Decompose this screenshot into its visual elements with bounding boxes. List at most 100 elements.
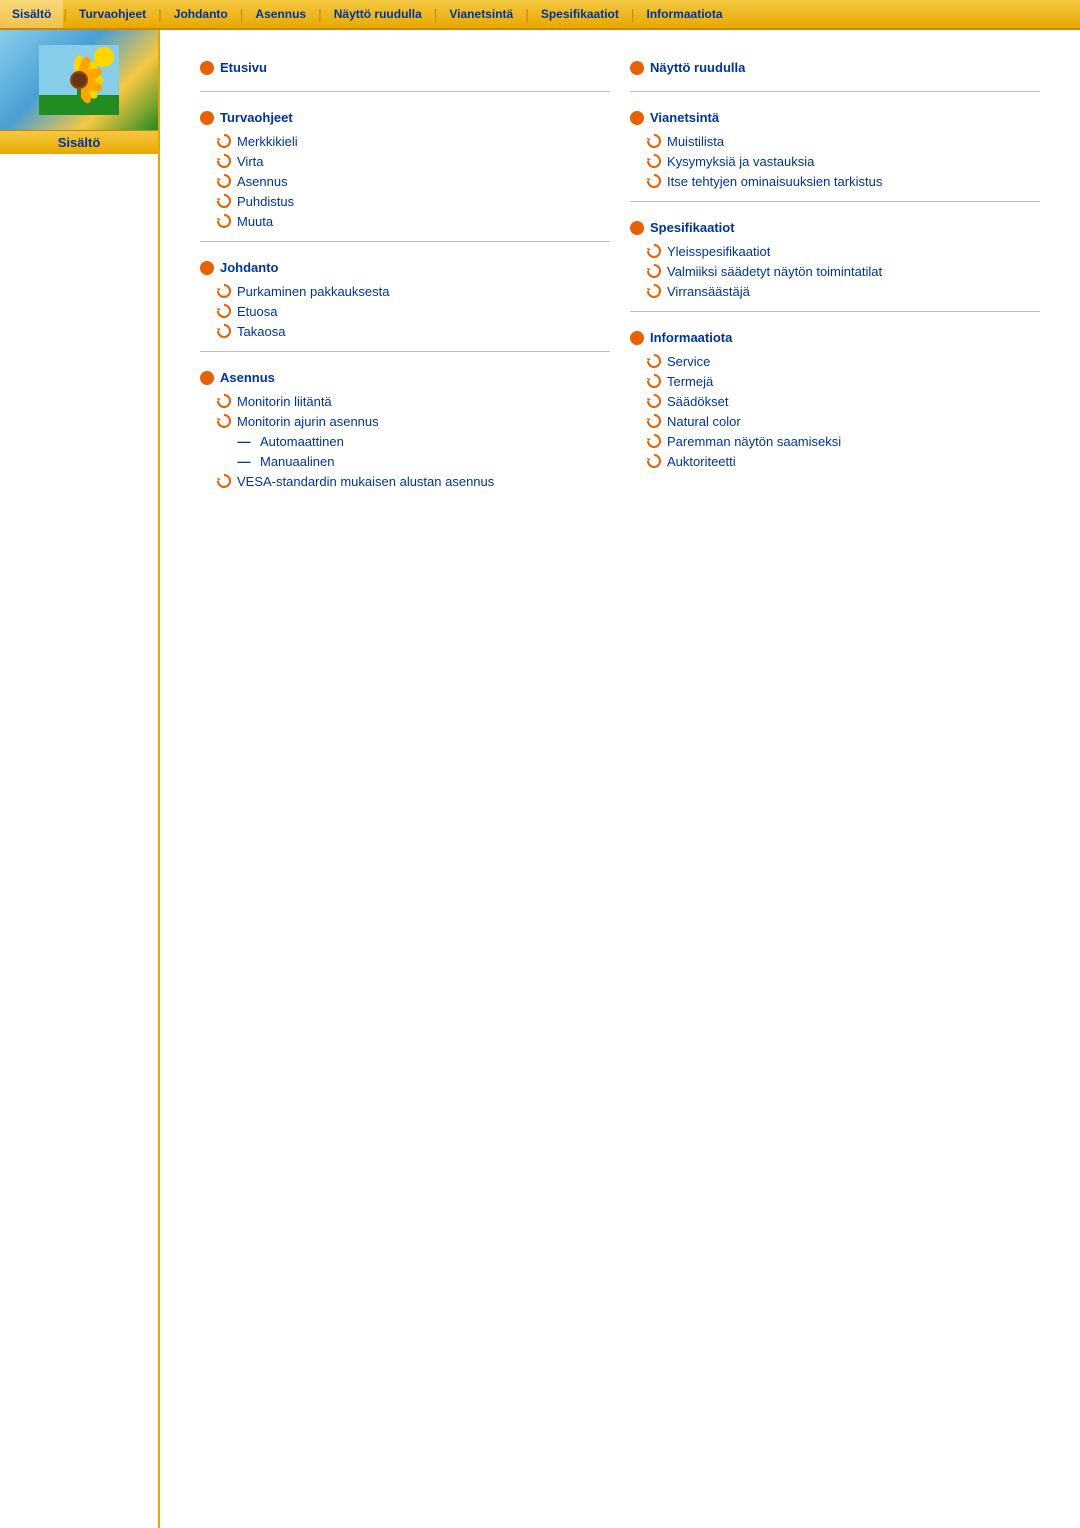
vesa-link[interactable]: VESA-standardin mukaisen alustan asennus xyxy=(237,474,494,489)
menu-item-muuta[interactable]: Muuta xyxy=(200,211,610,231)
asennus-label[interactable]: Asennus xyxy=(220,370,275,385)
nav-item-asennus[interactable]: Asennus xyxy=(243,0,318,28)
service-link[interactable]: Service xyxy=(667,354,710,369)
menu-item-yleisspesifikaatiot[interactable]: Yleisspesifikaatiot xyxy=(630,241,1040,261)
section-heading-etusivu: Etusivu xyxy=(200,50,610,75)
circle-icon-asennus xyxy=(200,371,214,385)
sidebar-image xyxy=(0,30,158,130)
menu-item-etuosa[interactable]: Etuosa xyxy=(200,301,610,321)
nav-item-turvaohjeet[interactable]: Turvaohjeet xyxy=(67,0,158,28)
menu-item-monitorin-liitanta[interactable]: Monitorin liitäntä xyxy=(200,391,610,411)
menu-item-automaattinen[interactable]: — Automaattinen xyxy=(200,431,610,451)
automaattinen-link[interactable]: Automaattinen xyxy=(260,434,344,449)
nav-bar: Sisältö | Turvaohjeet | Johdanto | Asenn… xyxy=(0,0,1080,30)
auktoriteetti-link[interactable]: Auktoriteetti xyxy=(667,454,736,469)
naytto-label[interactable]: Näyttö ruudulla xyxy=(650,60,745,75)
g-icon-service xyxy=(646,353,662,369)
section-etusivu: Etusivu xyxy=(200,50,610,92)
content-grid: Etusivu Turvaohjeet Merkkikieli xyxy=(190,50,1050,509)
saadokset-link[interactable]: Säädökset xyxy=(667,394,728,409)
termeja-link[interactable]: Termejä xyxy=(667,374,713,389)
circle-icon-spesifikaatiot xyxy=(630,221,644,235)
main-layout: Sisältö Etusivu Turvaohjeet xyxy=(0,30,1080,1528)
virransaastaja-link[interactable]: Virransäästäjä xyxy=(667,284,750,299)
g-icon-saadokset xyxy=(646,393,662,409)
menu-item-monitorin-ajurin[interactable]: Monitorin ajurin asennus xyxy=(200,411,610,431)
menu-item-asennus-t[interactable]: Asennus xyxy=(200,171,610,191)
virta-link[interactable]: Virta xyxy=(237,154,264,169)
section-heading-naytto: Näyttö ruudulla xyxy=(630,50,1040,75)
menu-item-virransaastaja[interactable]: Virransäästäjä xyxy=(630,281,1040,301)
kysymyksia-link[interactable]: Kysymyksiä ja vastauksia xyxy=(667,154,814,169)
informaatiota-label[interactable]: Informaatiota xyxy=(650,330,732,345)
menu-item-purkaminen[interactable]: Purkaminen pakkauksesta xyxy=(200,281,610,301)
content-col-2: Näyttö ruudulla Vianetsintä Muistilista xyxy=(620,50,1050,509)
turvaohjeet-label[interactable]: Turvaohjeet xyxy=(220,110,293,125)
g-icon-muuta xyxy=(216,213,232,229)
yleisspesifikaatiot-link[interactable]: Yleisspesifikaatiot xyxy=(667,244,770,259)
etuosa-link[interactable]: Etuosa xyxy=(237,304,277,319)
circle-icon-informaatiota xyxy=(630,331,644,345)
takaosa-link[interactable]: Takaosa xyxy=(237,324,285,339)
nav-item-spesifikaatiot[interactable]: Spesifikaatiot xyxy=(529,0,631,28)
g-icon-termeja xyxy=(646,373,662,389)
section-heading-informaatiota: Informaatiota xyxy=(630,320,1040,345)
menu-item-paremman[interactable]: Paremman näytön saamiseksi xyxy=(630,431,1040,451)
nav-item-johdanto[interactable]: Johdanto xyxy=(162,0,240,28)
paremman-link[interactable]: Paremman näytön saamiseksi xyxy=(667,434,841,449)
johdanto-label[interactable]: Johdanto xyxy=(220,260,279,275)
puhdistus-link[interactable]: Puhdistus xyxy=(237,194,294,209)
section-heading-asennus: Asennus xyxy=(200,360,610,385)
circle-icon-etusivu xyxy=(200,61,214,75)
dash-icon-manuaalinen: — xyxy=(236,453,252,469)
section-informaatiota: Informaatiota Service Termejä xyxy=(630,320,1040,481)
sidebar-label: Sisältö xyxy=(0,130,158,154)
valmiiksi-link[interactable]: Valmiiksi säädetyt näytön toimintatilat xyxy=(667,264,882,279)
section-vianetsinta: Vianetsintä Muistilista Kysymyksiä ja va… xyxy=(630,100,1040,202)
itse-link[interactable]: Itse tehtyjen ominaisuuksien tarkistus xyxy=(667,174,882,189)
merkkikieli-link[interactable]: Merkkikieli xyxy=(237,134,298,149)
muistilista-link[interactable]: Muistilista xyxy=(667,134,724,149)
menu-item-service[interactable]: Service xyxy=(630,351,1040,371)
section-spesifikaatiot: Spesifikaatiot Yleisspesifikaatiot Valmi… xyxy=(630,210,1040,312)
menu-item-termeja[interactable]: Termejä xyxy=(630,371,1040,391)
menu-item-manuaalinen[interactable]: — Manuaalinen xyxy=(200,451,610,471)
nav-item-vianetsinta[interactable]: Vianetsintä xyxy=(437,0,525,28)
menu-item-auktoriteetti[interactable]: Auktoriteetti xyxy=(630,451,1040,471)
nav-item-sisalto[interactable]: Sisältö xyxy=(0,0,63,28)
menu-item-puhdistus[interactable]: Puhdistus xyxy=(200,191,610,211)
nav-item-informaatiota[interactable]: Informaatiota xyxy=(635,0,735,28)
sunflower-icon xyxy=(39,45,119,115)
circle-icon-vianetsinta xyxy=(630,111,644,125)
circle-icon-johdanto xyxy=(200,261,214,275)
monitorin-liitanta-link[interactable]: Monitorin liitäntä xyxy=(237,394,332,409)
menu-item-itse[interactable]: Itse tehtyjen ominaisuuksien tarkistus xyxy=(630,171,1040,191)
g-icon-merkkikieli xyxy=(216,133,232,149)
menu-item-saadokset[interactable]: Säädökset xyxy=(630,391,1040,411)
menu-item-natural-color[interactable]: Natural color xyxy=(630,411,1040,431)
natural-color-link[interactable]: Natural color xyxy=(667,414,741,429)
g-icon-auktoriteetti xyxy=(646,453,662,469)
sidebar: Sisältö xyxy=(0,30,160,1528)
menu-item-valmiiksi[interactable]: Valmiiksi säädetyt näytön toimintatilat xyxy=(630,261,1040,281)
g-icon-vesa xyxy=(216,473,232,489)
menu-item-vesa[interactable]: VESA-standardin mukaisen alustan asennus xyxy=(200,471,610,491)
manuaalinen-link[interactable]: Manuaalinen xyxy=(260,454,334,469)
menu-item-merkkikieli[interactable]: Merkkikieli xyxy=(200,131,610,151)
vianetsinta-label[interactable]: Vianetsintä xyxy=(650,110,719,125)
asennus-t-link[interactable]: Asennus xyxy=(237,174,288,189)
menu-item-takaosa[interactable]: Takaosa xyxy=(200,321,610,341)
g-icon-paremman xyxy=(646,433,662,449)
circle-icon-turvaohjeet xyxy=(200,111,214,125)
nav-item-naytto[interactable]: Näyttö ruudulla xyxy=(322,0,434,28)
muuta-link[interactable]: Muuta xyxy=(237,214,273,229)
purkaminen-link[interactable]: Purkaminen pakkauksesta xyxy=(237,284,389,299)
g-icon-etuosa xyxy=(216,303,232,319)
menu-item-muistilista[interactable]: Muistilista xyxy=(630,131,1040,151)
menu-item-kysymyksia[interactable]: Kysymyksiä ja vastauksia xyxy=(630,151,1040,171)
menu-item-virta[interactable]: Virta xyxy=(200,151,610,171)
etusivu-label[interactable]: Etusivu xyxy=(220,60,267,75)
g-icon-virransaastaja xyxy=(646,283,662,299)
monitorin-ajurin-link[interactable]: Monitorin ajurin asennus xyxy=(237,414,379,429)
spesifikaatiot-label[interactable]: Spesifikaatiot xyxy=(650,220,735,235)
